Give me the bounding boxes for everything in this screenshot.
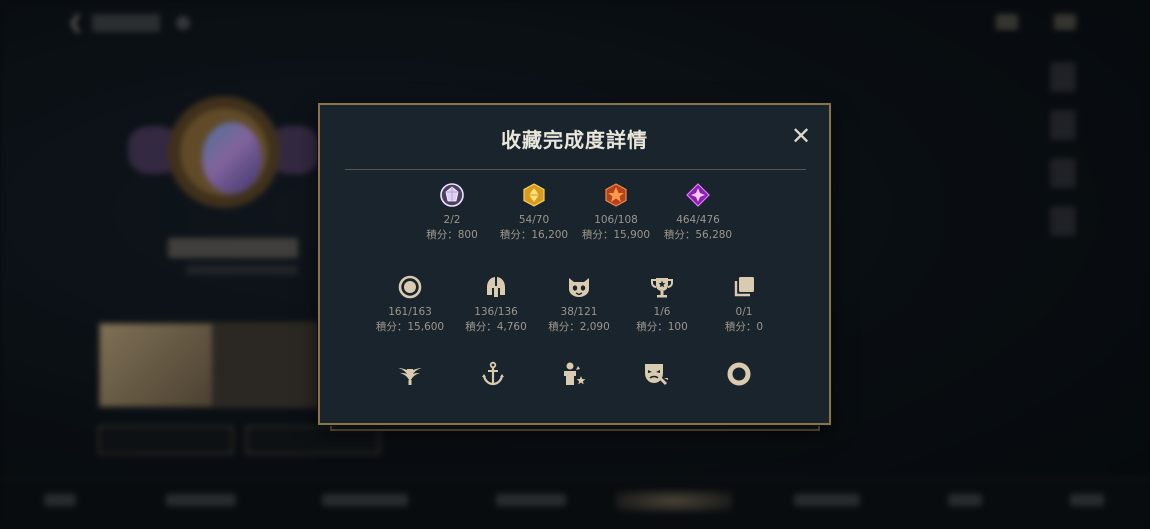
gold-gem-icon bbox=[523, 183, 545, 207]
item-points: 積分：56,280 bbox=[663, 229, 733, 241]
item-points: 積分：15,600 bbox=[375, 321, 445, 333]
collection-item-helmet: 136/136 積分：4,760 bbox=[456, 275, 536, 333]
collection-item-gold-gem: 54/70 積分：16,200 bbox=[494, 183, 574, 241]
item-points: 積分：0 bbox=[724, 321, 764, 333]
item-points: 積分：100 bbox=[636, 321, 688, 333]
hero-star-icon bbox=[564, 362, 586, 385]
cards-stack-icon bbox=[734, 277, 754, 297]
title-divider bbox=[345, 169, 806, 170]
collection-item-cards: 0/1 積分：0 bbox=[704, 275, 784, 333]
collection-completion-modal: 收藏完成度詳情 ✕ 2/2 積分：800 54/70 積分：16,200 106… bbox=[318, 103, 831, 425]
cat-face-icon bbox=[569, 278, 589, 297]
item-count: 54/70 bbox=[518, 214, 550, 226]
item-count: 1/6 bbox=[653, 306, 671, 318]
collection-item-purple-gem: 464/476 積分：56,280 bbox=[658, 183, 738, 241]
helmet-icon bbox=[487, 277, 505, 297]
collection-item-hero bbox=[561, 361, 587, 387]
modal-title: 收藏完成度詳情 bbox=[501, 128, 648, 152]
collection-item-emblem bbox=[397, 361, 423, 387]
item-points: 積分：2,090 bbox=[548, 321, 610, 333]
winged-emblem-icon bbox=[398, 368, 422, 385]
collection-item-white-gem: 2/2 積分：800 bbox=[412, 183, 492, 241]
item-points: 積分：4,760 bbox=[465, 321, 527, 333]
collection-item-mask bbox=[643, 361, 669, 387]
theater-mask-icon bbox=[645, 364, 668, 385]
item-count: 0/1 bbox=[735, 306, 753, 318]
anchor-icon bbox=[482, 361, 504, 386]
modal-bottom-tab bbox=[330, 424, 820, 431]
collection-item-cat-face: 38/121 積分：2,090 bbox=[539, 275, 619, 333]
purple-gem-icon bbox=[686, 183, 710, 207]
item-count: 106/108 bbox=[594, 214, 638, 226]
trophy-icon bbox=[651, 278, 673, 298]
collection-item-trophy: 1/6 積分：100 bbox=[622, 275, 702, 333]
item-count: 2/2 bbox=[443, 214, 461, 226]
collection-item-anchor bbox=[480, 361, 506, 387]
collection-item-ring: 161/163 積分：15,600 bbox=[370, 275, 450, 333]
item-count: 136/136 bbox=[474, 306, 518, 318]
collection-item-orange-gem: 106/108 積分：15,900 bbox=[576, 183, 656, 241]
donut-ring-icon bbox=[727, 362, 751, 386]
close-button[interactable]: ✕ bbox=[788, 123, 814, 149]
collection-item-donut bbox=[726, 361, 752, 387]
orange-gem-icon bbox=[605, 183, 627, 207]
item-count: 464/476 bbox=[676, 214, 720, 226]
item-count: 161/163 bbox=[388, 306, 432, 318]
item-count: 38/121 bbox=[560, 306, 598, 318]
white-gem-icon bbox=[440, 183, 464, 207]
item-points: 積分：800 bbox=[426, 229, 478, 241]
item-points: 積分：15,900 bbox=[581, 229, 651, 241]
ring-icon bbox=[398, 275, 422, 299]
item-points: 積分：16,200 bbox=[499, 229, 569, 241]
